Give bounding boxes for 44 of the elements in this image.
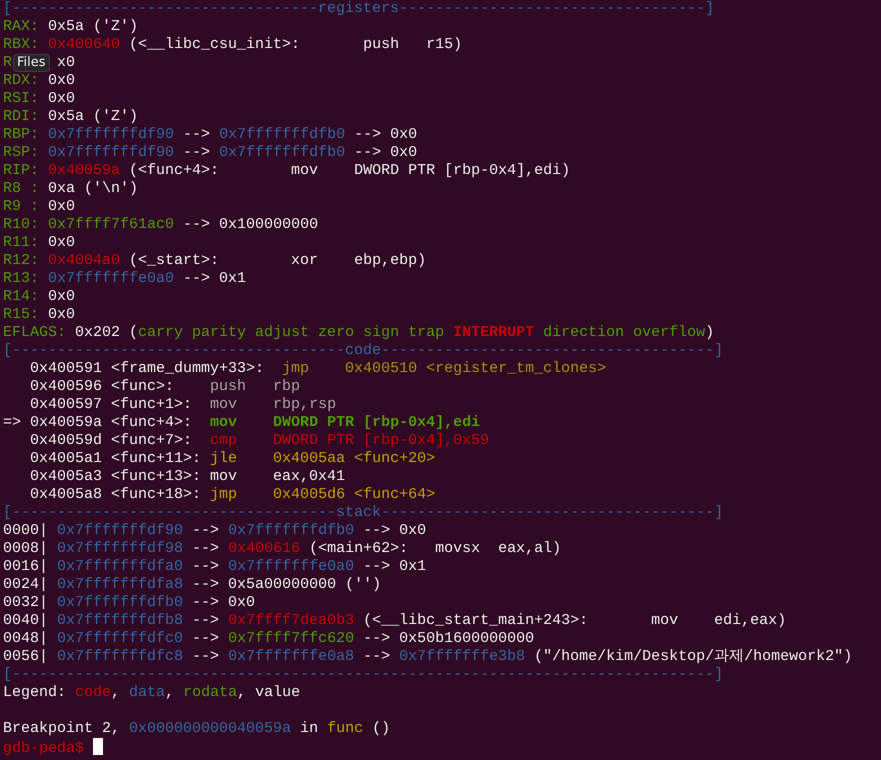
terminal-text: R [3,54,12,71]
terminal-line: R12: 0x4004a0 (<_start>: xor ebp,ebp) [3,252,426,270]
terminal-line: 0048| 0x7fffffffdfc0 --> 0x7ffff7ffc620 --> 0x50b1600000000 [3,630,534,648]
terminal-line: R14: 0x0 [3,288,76,306]
command-prompt: gdb-peda$ [3,740,86,757]
terminal-line: Breakpoint 2, 0x000000000040059a in func () [3,720,390,738]
section-ruler: [------------------------------------stack-------------------------------------] [3,504,724,522]
section-ruler: [-------------------------------------code-------------------------------------] [3,342,724,360]
terminal-line: 0016| 0x7fffffffdfa0 --> 0x7fffffffe0a0 --> 0x1 [3,558,426,576]
terminal-line: 0024| 0x7fffffffdfa8 --> 0x5a00000000 ('') [3,576,382,594]
terminal-line: RSP: 0x7fffffffdf90 --> 0x7fffffffdfb0 --> 0x0 [3,144,418,162]
terminal-line: R9 : 0x0 [3,198,76,216]
terminal-line: 0032| 0x7fffffffdfb0 --> 0x0 [3,594,256,612]
terminal-line: => 0x40059a <func+4>: mov DWORD PTR [rbp-0x4],edi [3,414,480,432]
terminal-line: 0x400591 <frame_dummy+33>: jmp 0x400510 <register_tm_clones> [29,360,606,378]
terminal-line: 0x40059d <func+7>: cmp DWORD PTR [rbp-0x4],0x59 [29,432,490,450]
terminal-line: RDI: 0x5a ('Z') [3,108,138,126]
terminal-line: 0008| 0x7fffffffdf98 --> 0x400616 (<main+62>: movsx eax,al) [3,540,562,558]
terminal-line: RBX: 0x400640 (<__libc_csu_init>: push r15) [3,36,462,54]
terminal-line: 0056| 0x7fffffffdfc8 --> 0x7fffffffe0a8 --> 0x7fffffffe3b8 ("/home/kim/Desktop/과제/homework2") [3,648,852,666]
terminal-line: RAX: 0x5a ('Z') [3,18,138,36]
tooltip: Files [13,54,50,72]
terminal-line: R15: 0x0 [3,306,76,324]
terminal-text: x0 [57,54,76,71]
terminal-line: RIP: 0x40059a (<func+4>: mov DWORD PTR [rbp-0x4],edi) [3,162,570,180]
text-cursor [93,738,104,755]
terminal-line: RSI: 0x0 [3,90,76,108]
terminal-line: R10: 0x7ffff7f61ac0 --> 0x100000000 [3,216,318,234]
terminal-line: R13: 0x7fffffffe0a0 --> 0x1 [3,270,246,288]
terminal-line: EFLAGS: 0x202 (carry parity adjust zero sign trap INTERRUPT direction overflow) [3,324,714,342]
terminal-line: 0x400596 <func>: push rbp [29,378,300,396]
terminal-line: 0x4005a3 <func+13>: mov eax,0x41 [29,468,346,486]
terminal-line: R11: 0x0 [3,234,76,252]
section-ruler: [----------------------------------registers----------------------------------] [3,0,714,18]
terminal-line: 0000| 0x7fffffffdf90 --> 0x7fffffffdfb0 --> 0x0 [3,522,426,540]
terminal-line: RBP: 0x7fffffffdf90 --> 0x7fffffffdfb0 --> 0x0 [3,126,418,144]
terminal-line: 0x400597 <func+1>: mov rbp,rsp [29,396,336,414]
terminal-line: 0x4005a8 <func+18>: jmp 0x4005d6 <func+64> [29,486,436,504]
terminal-line: 0040| 0x7fffffffdfb8 --> 0x7ffff7dea0b3 (<__libc_start_main+243>: mov edi,eax) [3,612,786,630]
terminal-line: 0x4005a1 <func+11>: jle 0x4005aa <func+20> [29,450,436,468]
terminal-line: Legend: code, data, rodata, value [3,684,300,702]
terminal-line: R8 : 0xa ('\n') [3,180,138,198]
terminal-line: RDX: 0x0 [3,72,76,90]
section-ruler: [------------------------------------------------------------------------------] [3,666,724,684]
